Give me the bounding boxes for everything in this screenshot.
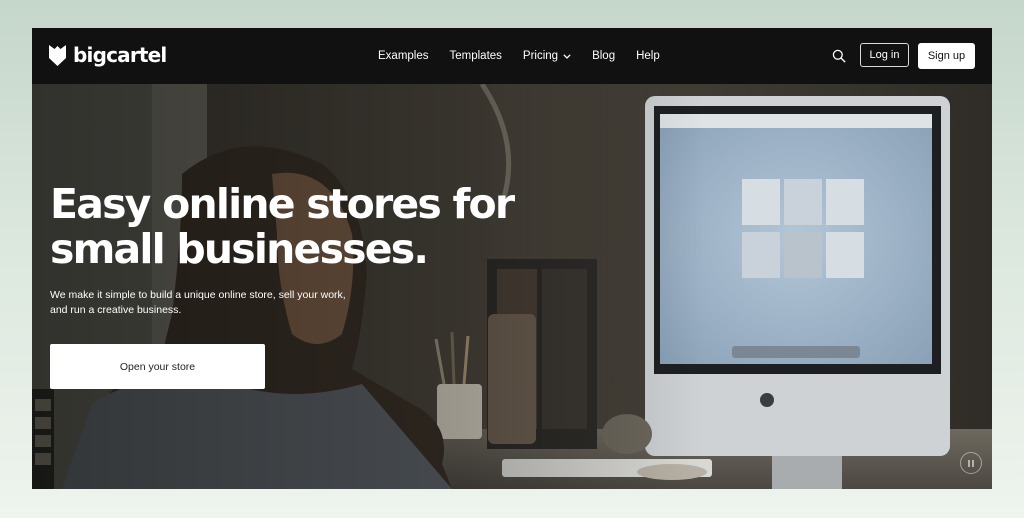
- browser-viewport: bigcartel Examples Templates Pricing Blo…: [32, 28, 992, 489]
- hero-section: Easy online stores for small businesses.…: [32, 84, 992, 489]
- hero-subtext-line-1: We make it simple to build a unique onli…: [50, 289, 346, 301]
- main-nav: Examples Templates Pricing Blog Help: [378, 28, 681, 84]
- hero-subtext-line-2: and run a creative business.: [50, 304, 182, 316]
- brand-logo[interactable]: bigcartel: [49, 43, 167, 67]
- signup-button[interactable]: Sign up: [918, 43, 975, 69]
- hero-headline-line-2: small businesses.: [50, 225, 429, 273]
- nav-pricing-label: Pricing: [522, 50, 559, 62]
- nav-templates-label: Templates: [449, 50, 502, 62]
- nav-templates[interactable]: Templates: [450, 50, 502, 62]
- pause-bar-right: [972, 459, 975, 467]
- hero-headline: Easy online stores for small businesses.: [50, 182, 570, 272]
- nav-help[interactable]: Help: [636, 50, 660, 62]
- hero-headline-line-1: Easy online stores for: [50, 180, 515, 228]
- nav-blog-label: Blog: [592, 50, 616, 62]
- nav-examples-label: Examples: [378, 50, 429, 62]
- hero-overlay: [32, 84, 992, 489]
- login-button[interactable]: Log in: [860, 43, 909, 67]
- site-header: bigcartel Examples Templates Pricing Blo…: [32, 28, 992, 84]
- search-icon[interactable]: [832, 49, 846, 63]
- nav-help-label: Help: [636, 50, 660, 62]
- hero-subtext: We make it simple to build a unique onli…: [50, 288, 370, 318]
- nav-pricing[interactable]: Pricing: [523, 50, 571, 62]
- bigcartel-shield-logo-icon: [49, 44, 66, 66]
- pause-bar-left: [967, 459, 970, 467]
- pause-icon[interactable]: [960, 452, 982, 474]
- nav-examples[interactable]: Examples: [378, 50, 429, 62]
- chevron-down-icon: [563, 53, 571, 59]
- nav-blog[interactable]: Blog: [592, 50, 615, 62]
- open-store-button[interactable]: Open your store: [50, 344, 265, 389]
- brand-name: bigcartel: [73, 43, 167, 67]
